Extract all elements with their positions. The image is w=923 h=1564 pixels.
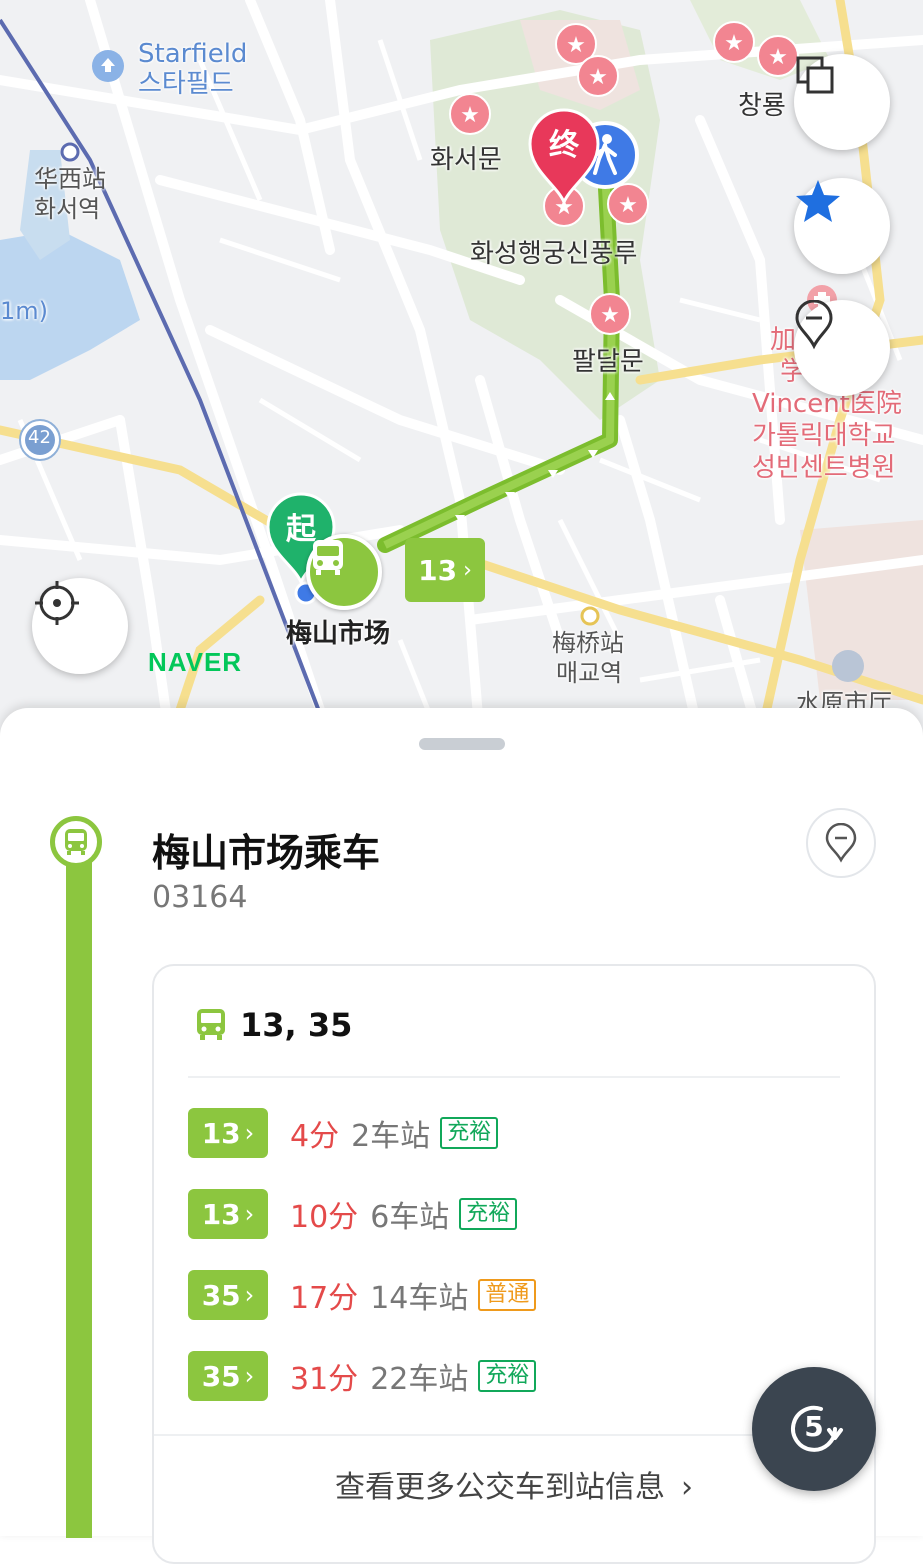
map-view[interactable]: ★ ★ ★ ★ ★ ★ ★ ★ 终 起 13 › Starfield 스타필드 … [0, 0, 923, 740]
arrival-stops: 22车站 [370, 1362, 469, 1397]
arrival-card: 13, 35 13 › 4分 2车站 充裕 13 › 10分 6车站 充裕 35 › … [152, 964, 876, 1564]
label-starfield-en: Starfield [138, 39, 248, 69]
stop-code: 03164 [152, 880, 248, 915]
bus-icon [65, 829, 87, 855]
location-pin-icon [795, 300, 833, 350]
routes-summary: 13, 35 [240, 1006, 353, 1044]
favorites-button[interactable] [794, 178, 890, 274]
route-number: 13 [201, 1116, 241, 1150]
crowd-status-badge: 充裕 [478, 1359, 537, 1393]
route-line [66, 838, 92, 1538]
route-badge[interactable]: 35 › [188, 1270, 268, 1320]
stop-bus-icon-circle [50, 816, 102, 868]
label-hospital-3: Vincent医院 [752, 389, 902, 419]
gps-locate-icon [35, 581, 79, 625]
route-number: 35 [201, 1278, 241, 1312]
arrival-minutes: 31分 [290, 1362, 359, 1397]
arrival-stops: 14车站 [370, 1281, 469, 1316]
map-route-number: 13 [418, 553, 458, 587]
label-hwaseo-station-ko: 화서역 [34, 195, 101, 223]
label-maegyo-ko: 매교역 [556, 659, 623, 687]
svg-text:★: ★ [588, 65, 608, 90]
arrival-stops: 2车站 [351, 1119, 431, 1154]
label-hospital-4: 가톨릭대학교 [752, 421, 896, 451]
svg-text:★: ★ [768, 45, 788, 70]
arrival-row[interactable]: 35 › 17分 14车站 普通 [188, 1269, 537, 1321]
route-badge[interactable]: 35 › [188, 1351, 268, 1401]
svg-text:★: ★ [600, 303, 620, 328]
label-hospital-5: 성빈센트병원 [752, 453, 896, 483]
crowd-status-badge: 充裕 [440, 1116, 499, 1150]
label-changnyong: 창룡 [738, 91, 786, 121]
label-road-number: 42 [28, 427, 51, 448]
arrival-stops: 6车站 [370, 1200, 450, 1235]
layers-button[interactable] [794, 54, 890, 150]
stop-location-button[interactable] [806, 808, 876, 878]
stop-title: 梅山市场乘车 [152, 831, 381, 875]
layers-icon [796, 56, 834, 94]
chevron-right-icon: › [244, 1200, 255, 1228]
end-marker-label: 终 [549, 128, 579, 163]
arrival-minutes: 17分 [290, 1281, 359, 1316]
arrival-minutes: 4分 [290, 1119, 340, 1154]
chevron-right-icon: › [244, 1362, 255, 1390]
label-starfield-ko: 스타필드 [138, 69, 234, 99]
end-marker[interactable]: 终 [526, 106, 602, 206]
refresh-button[interactable]: 5 [752, 1367, 876, 1491]
arrival-row[interactable]: 13 › 4分 2车站 充裕 [188, 1107, 499, 1159]
label-hwaseomun: 화서문 [430, 145, 502, 175]
gps-locate-button[interactable] [32, 578, 128, 674]
svg-text:★: ★ [724, 31, 744, 56]
route-number: 35 [201, 1359, 241, 1393]
chevron-right-icon: › [681, 1470, 693, 1505]
bus-stop-marker[interactable] [306, 534, 382, 610]
naver-logo: NAVER [148, 647, 243, 677]
svg-text:★: ★ [566, 33, 586, 58]
chevron-right-icon: › [463, 557, 472, 583]
arrival-minutes: 10分 [290, 1200, 359, 1235]
card-header: 13, 35 [194, 1006, 352, 1044]
map-route-badge[interactable]: 13 › [405, 538, 485, 602]
chevron-right-icon: › [244, 1281, 255, 1309]
refresh-countdown: 5 [804, 1410, 824, 1443]
location-pin-icon [825, 823, 857, 863]
route-number: 13 [201, 1197, 241, 1231]
bus-icon [313, 540, 343, 575]
label-hospital-1: 加 [770, 325, 797, 355]
svg-text:★: ★ [618, 193, 638, 218]
route-badge[interactable]: 13 › [188, 1108, 268, 1158]
location-pin-button[interactable] [794, 300, 890, 396]
sheet-drag-handle[interactable] [419, 738, 505, 750]
label-maesan-market: 梅山市场 [286, 619, 391, 649]
crowd-status-badge: 充裕 [459, 1197, 518, 1231]
star-icon [796, 180, 840, 222]
arrival-row[interactable]: 13 › 10分 6车站 充裕 [188, 1188, 518, 1240]
chevron-right-icon: › [244, 1119, 255, 1147]
label-paldalmun: 팔달문 [572, 347, 644, 377]
arrival-row[interactable]: 35 › 31分 22车站 充裕 [188, 1350, 537, 1402]
svg-text:★: ★ [460, 103, 480, 128]
route-badge[interactable]: 13 › [188, 1189, 268, 1239]
crowd-status-badge: 普通 [478, 1278, 537, 1312]
label-maegyo-zh: 梅桥站 [552, 629, 624, 657]
bus-icon [197, 1009, 225, 1040]
label-hwaseo-station-zh: 华西站 [34, 165, 106, 193]
bottom-sheet[interactable]: 梅山市场乘车 03164 13, 35 13 › 4分 2车站 充裕 13 › … [0, 708, 923, 1564]
more-arrivals-label: 查看更多公交车到站信息 [335, 1470, 665, 1505]
label-edge-distance: 1m) [0, 297, 49, 325]
card-divider [188, 1076, 840, 1078]
label-haenggung: 화성행궁신풍루 [470, 239, 638, 269]
